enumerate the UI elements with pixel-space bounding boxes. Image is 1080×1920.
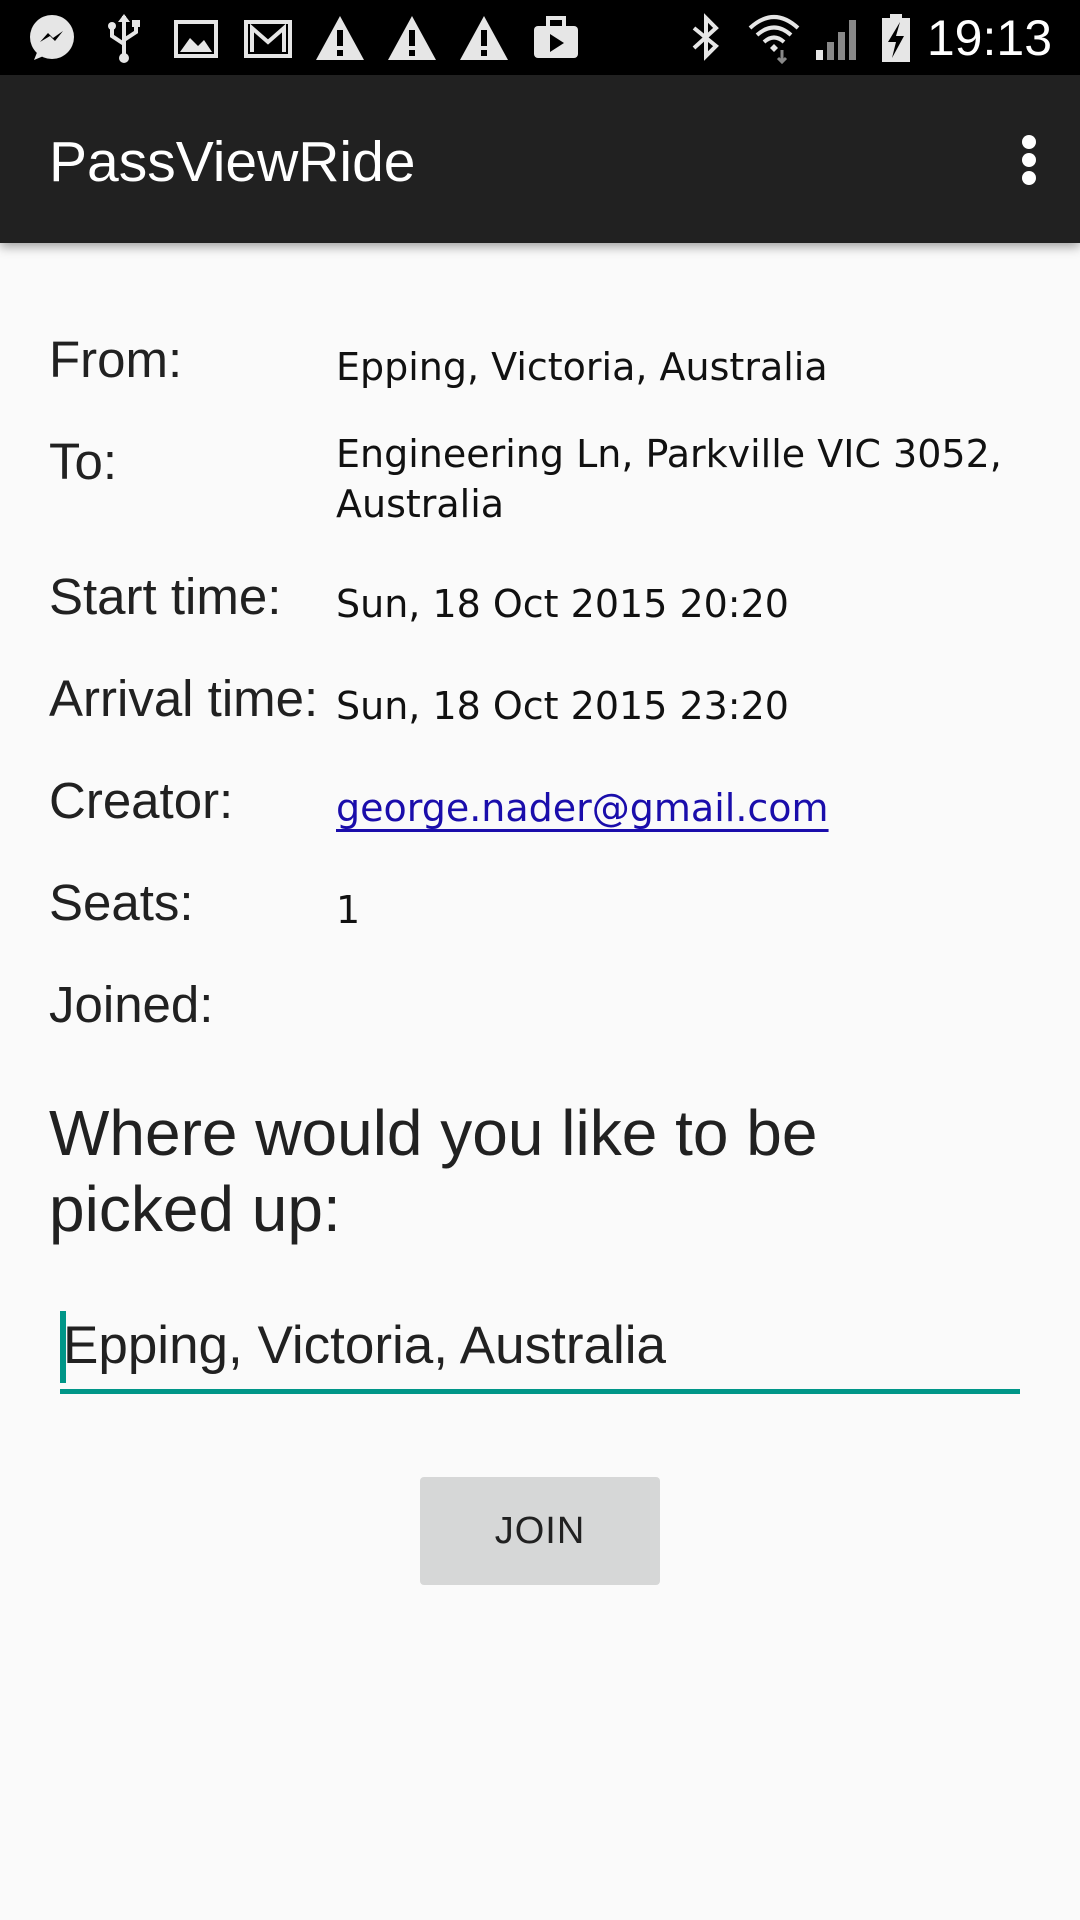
battery-charging-icon: [882, 14, 910, 62]
more-vert-icon[interactable]: [998, 125, 1058, 193]
from-value: Epping, Victoria, Australia: [336, 345, 828, 389]
start-time-value: Sun, 18 Oct 2015 20:20: [336, 582, 789, 626]
text-cursor: [60, 1311, 66, 1383]
pickup-field-wrapper: [60, 1300, 1023, 1394]
wifi-icon: [748, 15, 800, 64]
status-time: 19:13: [926, 10, 1052, 66]
pickup-question: Where would you like to be picked up:: [49, 1097, 818, 1245]
status-bar: 19:13: [0, 0, 1080, 75]
seats-label: Seats:: [49, 874, 194, 931]
warning-icon: [460, 16, 508, 60]
image-icon: [174, 20, 218, 58]
app-title: PassViewRide: [49, 130, 416, 194]
messenger-icon: [30, 15, 74, 60]
arrival-time-label: Arrival time:: [49, 670, 319, 727]
arrival-time-value: Sun, 18 Oct 2015 23:20: [336, 684, 789, 728]
app-bar: PassViewRide: [0, 75, 1080, 243]
creator-label: Creator:: [49, 772, 234, 829]
pickup-location-input[interactable]: [60, 1300, 1023, 1390]
usb-icon: [108, 14, 140, 63]
seats-value: 1: [336, 888, 361, 932]
to-label: To:: [49, 433, 118, 490]
join-button[interactable]: JOIN: [420, 1477, 660, 1585]
briefcase-icon: [534, 16, 578, 58]
warning-icon: [388, 16, 436, 60]
joined-label: Joined:: [49, 976, 214, 1033]
warning-icon: [316, 16, 364, 60]
bluetooth-icon: [692, 13, 719, 61]
start-time-label: Start time:: [49, 568, 282, 625]
gmail-icon: [244, 20, 292, 58]
input-underline: [60, 1389, 1020, 1394]
from-label: From:: [49, 331, 183, 388]
creator-email-link[interactable]: george.nader@gmail.com: [336, 783, 829, 833]
to-value: Engineering Ln, Parkville VIC 3052, Aust…: [336, 432, 1002, 526]
signal-icon: [816, 20, 856, 60]
